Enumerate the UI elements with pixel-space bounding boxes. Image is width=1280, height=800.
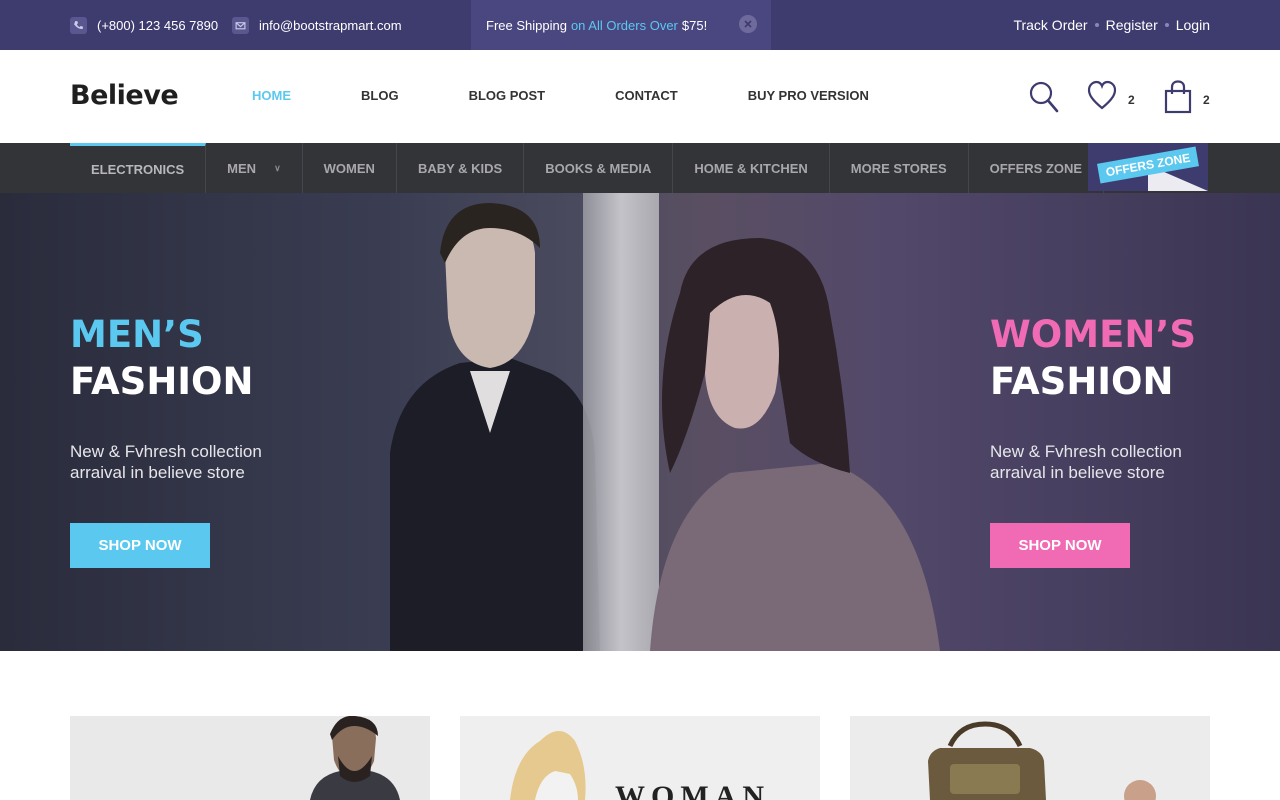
promo-prefix: Free Shipping [486,17,567,33]
separator-dot [1164,23,1169,27]
hero-banner: MEN’S FASHION New & Fvhresh collection a… [0,193,1280,651]
email-contact[interactable]: info@bootstrapmart.com [232,0,402,50]
nav-home[interactable]: HOME [252,88,291,103]
category-label: MEN [227,160,257,176]
category-women[interactable]: WOMEN [303,143,397,193]
men-fashion-block: MEN’S FASHION New & Fvhresh collection a… [70,311,310,568]
category-offers-zone[interactable]: OFFERS ZONE [969,143,1105,193]
category-label: BABY & KIDS [417,160,503,176]
category-books-media[interactable]: BOOKS & MEDIA [524,143,674,193]
men-subtitle: New & Fvhresh collection arraival in bel… [70,442,262,482]
cart-count: 2 [1203,93,1210,107]
category-home-kitchen[interactable]: HOME & KITCHEN [673,143,830,193]
close-icon[interactable] [739,15,757,33]
promo-value: $75! [681,17,708,33]
shipping-promo: Free Shipping on All Orders Over $75! [471,0,771,50]
man-photo [390,203,600,651]
phone-icon [70,16,87,34]
woman-product-image: WOMAN [460,716,820,800]
category-label: WOMEN [323,160,375,176]
nav-blog-post[interactable]: BLOG POST [469,88,546,103]
women-title-2: FASHION [990,360,1174,403]
track-order-link[interactable]: Track Order [1013,17,1087,33]
category-more-stores[interactable]: MORE STORES [830,143,969,193]
svg-text:WOMAN: WOMAN [615,780,770,800]
login-link[interactable]: Login [1176,17,1210,33]
category-label: BOOKS & MEDIA [545,160,652,176]
women-title: WOMEN’S [990,313,1197,356]
phone-contact[interactable]: (+800) 123 456 7890 [70,0,218,50]
category-label: ELECTRONICS [91,162,185,177]
wishlist-count: 2 [1128,93,1135,107]
wishlist-button[interactable] [1087,80,1117,112]
women-shop-now-button[interactable]: SHOP NOW [990,523,1130,568]
separator-dot [1094,23,1099,27]
main-navigation: HOME BLOG BLOG POST CONTACT BUY PRO VERS… [252,88,939,103]
search-button[interactable] [1028,80,1060,114]
men-shop-now-button[interactable]: SHOP NOW [70,523,210,568]
phone-number: (+800) 123 456 7890 [97,17,219,33]
nav-buy-pro[interactable]: BUY PRO VERSION [748,88,869,103]
promo-highlight: on All Orders Over [570,17,678,33]
woman-photo [650,238,940,651]
category-list: ELECTRONICS MEN ∨ WOMEN BABY & KIDS BOOKS… [70,143,1105,193]
cart-button[interactable] [1164,80,1192,114]
heart-icon [1087,80,1117,110]
category-label: OFFERS ZONE [989,160,1083,176]
top-bar: (+800) 123 456 7890 info@bootstrapmart.c… [0,0,1280,50]
women-fashion-block: WOMEN’S FASHION New & Fvhresh collection… [990,311,1230,568]
chevron-down-icon: ∨ [274,162,281,173]
men-title: MEN’S [70,313,204,356]
category-men[interactable]: MEN ∨ [206,143,303,193]
category-label: HOME & KITCHEN [694,160,808,176]
email-address: info@bootstrapmart.com [259,17,402,33]
product-card-men[interactable] [70,716,430,800]
product-cards: WOMAN [70,716,1210,800]
main-header: Believe HOME BLOG BLOG POST CONTACT BUY … [0,50,1280,143]
category-electronics[interactable]: ELECTRONICS [70,143,207,193]
backpack-product-image [850,716,1210,800]
product-card-woman[interactable]: WOMAN [460,716,820,800]
offers-zone-badge[interactable]: OFFERS ZONE [1088,143,1208,191]
search-icon [1029,81,1059,113]
nav-blog[interactable]: BLOG [361,88,399,103]
product-card-bag[interactable] [850,716,1210,800]
men-title-2: FASHION [70,360,254,403]
mail-icon [232,16,249,34]
man-product-image [70,716,430,800]
nav-contact[interactable]: CONTACT [615,88,678,103]
account-links: Track Order Register Login [1013,0,1210,50]
women-subtitle: New & Fvhresh collection arraival in bel… [990,442,1182,482]
register-link[interactable]: Register [1106,17,1158,33]
logo[interactable]: Believe [70,80,179,111]
category-baby-kids[interactable]: BABY & KIDS [397,143,525,193]
category-label: MORE STORES [850,160,947,176]
bag-icon [1164,80,1192,114]
